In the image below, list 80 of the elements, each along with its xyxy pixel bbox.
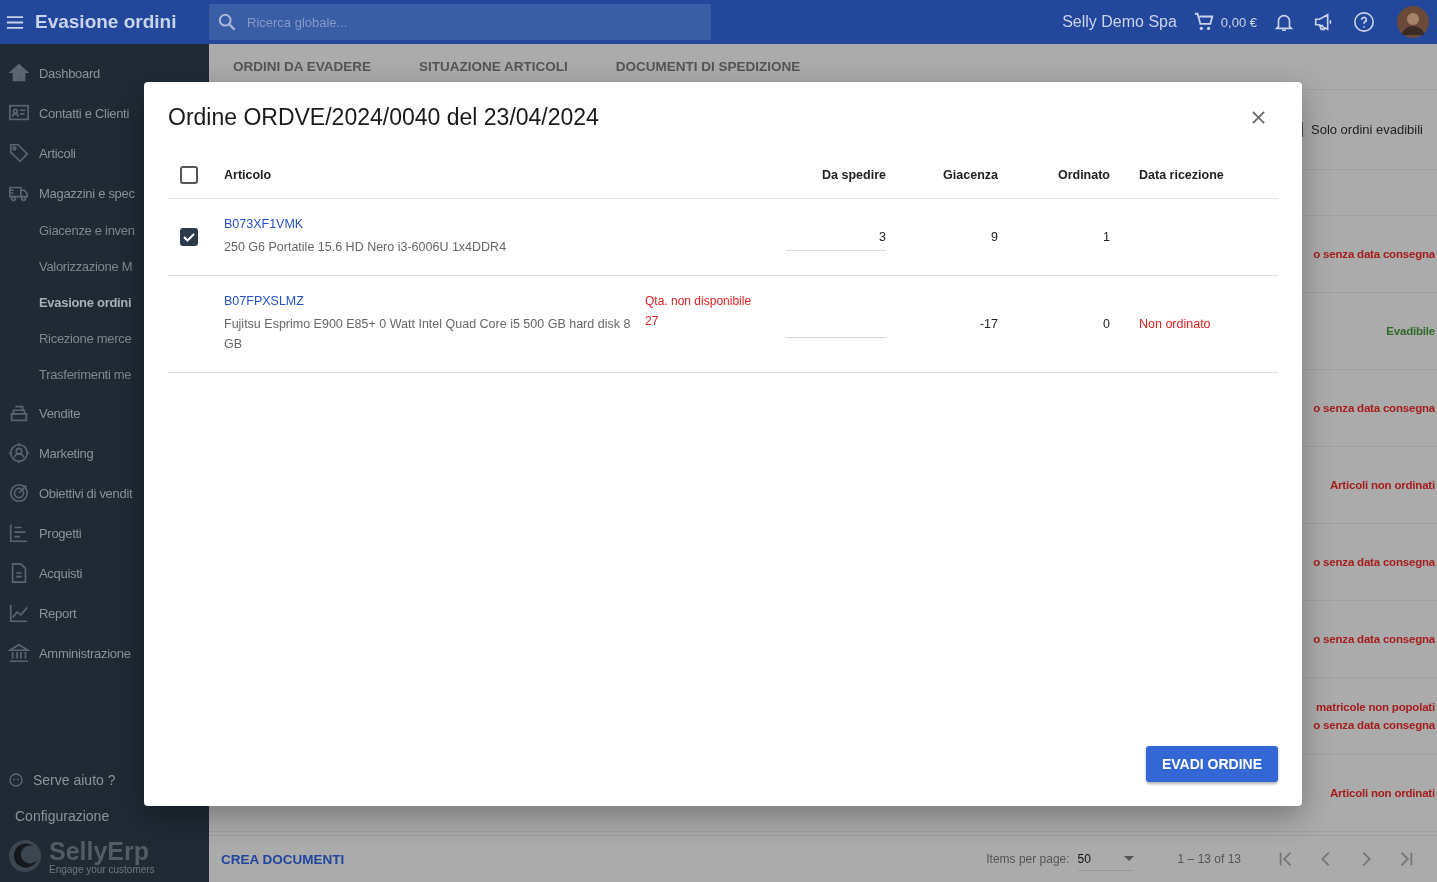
cart-icon[interactable] [1192, 11, 1215, 33]
sidebar-item[interactable]: Magazzini e spec [0, 173, 209, 213]
sidebar-label: Amministrazione [39, 645, 131, 661]
support-icon [8, 772, 24, 788]
sidebar-item[interactable]: Amministrazione [0, 633, 209, 673]
company-name[interactable]: Selly Demo Spa [1062, 13, 1177, 31]
stock-cell-text: -17 [978, 317, 998, 331]
status-text: o senza data consegna [1313, 556, 1435, 568]
status-text: matricole non popolati [1316, 701, 1435, 713]
tab[interactable]: SITUAZIONE ARTICOLI [419, 59, 568, 74]
sidebar-item[interactable]: Acquisti [0, 553, 209, 593]
page-title: Evasione ordini [35, 11, 178, 33]
tab[interactable]: DOCUMENTI DI SPEDIZIONE [615, 59, 801, 74]
article-description: Fujitsu Esprimo E900 E85+ 0 Watt Intel Quad Core i5 500 GB hard disk 8 GB [224, 316, 632, 353]
sidebar-item[interactable]: Dashboard [0, 53, 209, 93]
help-icon[interactable] [1353, 11, 1375, 33]
home-icon [8, 62, 30, 84]
status-text: o senza data consegna [1313, 248, 1435, 260]
items-per-page-label: Items per page: [986, 852, 1070, 866]
warning-text: Qta. non disponibile [645, 294, 753, 308]
fulfil-order-button[interactable]: EVADI ORDINE [1145, 746, 1278, 782]
sidebar-item[interactable]: Obiettivi di vendit [0, 473, 209, 513]
caret-icon [1123, 856, 1134, 861]
sidebar-label: Articoli [39, 145, 76, 161]
status-text: Articoli non ordinati [1329, 479, 1435, 491]
sidebar-label: Marketing [39, 445, 94, 461]
bank-icon [8, 642, 30, 664]
article-code-link[interactable]: B073XF1VMK [224, 217, 645, 231]
create-documents-button[interactable]: CREA DOCUMENTI [221, 851, 345, 867]
reception-status: Non ordinato [1139, 317, 1211, 331]
select-all-checkbox[interactable] [180, 166, 198, 184]
goal-icon [8, 482, 30, 504]
tag-icon [8, 142, 30, 164]
article-description: 250 G6 Portatile 15.6 HD Nero i3-6006U 1x4DDR4 [224, 239, 508, 256]
article-code-link[interactable]: B07FPXSLMZ [224, 294, 645, 308]
column-header: Da spedire [821, 168, 886, 182]
status-text: o senza data consegna [1313, 402, 1435, 414]
tab[interactable]: ORDINI DA EVADERE [233, 59, 371, 74]
chart-icon [8, 602, 30, 624]
search-field[interactable]: Ricerca globale... [209, 4, 711, 40]
sidebar-label: Contatti e Clienti [39, 105, 129, 121]
stock-cell-text: 9 [990, 230, 998, 244]
target-person-icon [8, 442, 30, 464]
gantt-icon [8, 522, 30, 544]
ordered-cell-text: 1 [1102, 230, 1110, 244]
sidebar-label: Magazzini e spec [39, 185, 135, 201]
logo-icon [7, 838, 43, 874]
sidebar-label: Obiettivi di vendit [39, 485, 133, 501]
dialog-title: Ordine ORDVE/2024/0040 del 23/04/2024 [168, 103, 599, 131]
column-header: Data ricezione [1138, 168, 1225, 182]
row-checkbox[interactable] [180, 228, 198, 246]
column-header: Giacenza [942, 168, 998, 182]
avatar[interactable] [1397, 6, 1429, 38]
sidebar-item[interactable]: Report [0, 593, 209, 633]
sidebar-item[interactable]: Articoli [0, 133, 209, 173]
status-text: Articoli non ordinati [1329, 787, 1435, 799]
sidebar-label: Acquisti [39, 565, 83, 581]
settings-link[interactable]: Configurazione [0, 798, 209, 834]
column-header: Articolo [224, 168, 273, 182]
search-icon [218, 13, 236, 31]
close-icon[interactable] [1251, 109, 1266, 125]
sidebar-item[interactable]: Vendite [0, 393, 209, 433]
warning-quantity: 27 [645, 314, 660, 328]
sidebar-label: Report [39, 605, 77, 621]
sidebar-label: Vendite [39, 405, 81, 421]
status-text: Evadibile [1386, 325, 1435, 337]
sidebar-label: Progetti [39, 525, 82, 541]
sidebar-item[interactable]: Progetti [0, 513, 209, 553]
status-text: o senza data consegna [1313, 633, 1435, 645]
sidebar-item[interactable]: Marketing [0, 433, 209, 473]
status-text: o senza data consegna [1313, 719, 1435, 731]
menu-icon[interactable] [6, 15, 24, 29]
sidebar-label: Dashboard [39, 65, 100, 81]
items-per-page-select[interactable]: 50 [1077, 847, 1134, 871]
cart-total[interactable]: 0,00 € [1220, 14, 1257, 30]
page-range: 1 – 13 of 13 [1177, 852, 1241, 866]
ordered-cell-text: 0 [1102, 317, 1110, 331]
help-link[interactable]: Serve aiuto ? [33, 772, 116, 788]
column-header: Ordinato [1056, 168, 1110, 182]
quantity-field[interactable] [786, 334, 886, 338]
